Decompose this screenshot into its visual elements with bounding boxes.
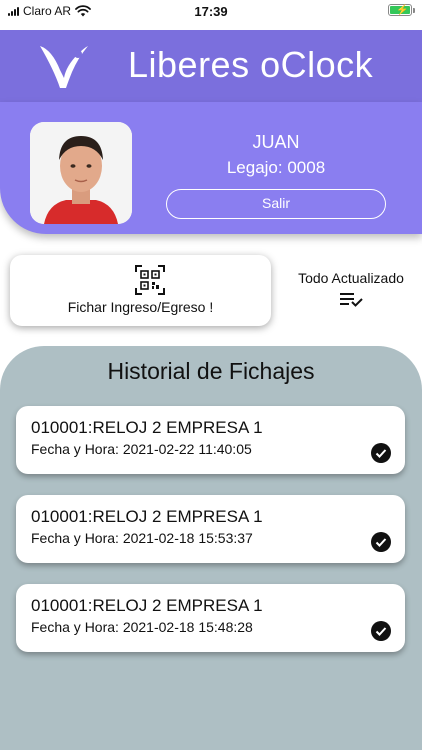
playlist-check-icon[interactable] xyxy=(340,291,364,309)
app-title: Liberes oClock xyxy=(128,44,374,85)
app-header: Liberes oClock xyxy=(0,30,422,102)
history-record[interactable]: 010001:RELOJ 2 EMPRESA 1 Fecha y Hora: 2… xyxy=(16,406,405,474)
record-title: 010001:RELOJ 2 EMPRESA 1 xyxy=(31,418,263,437)
history-record[interactable]: 010001:RELOJ 2 EMPRESA 1 Fecha y Hora: 2… xyxy=(16,495,405,563)
record-date: Fecha y Hora: 2021-02-18 15:48:28 xyxy=(31,619,253,635)
check-circle-icon xyxy=(371,532,391,552)
user-name: JUAN xyxy=(252,132,300,152)
history-record[interactable]: 010001:RELOJ 2 EMPRESA 1 Fecha y Hora: 2… xyxy=(16,584,405,652)
battery-icon: ⚡ xyxy=(388,4,412,16)
liberes-logo-icon xyxy=(40,46,88,88)
avatar xyxy=(30,122,132,224)
user-photo-icon xyxy=(30,122,132,224)
record-title: 010001:RELOJ 2 EMPRESA 1 xyxy=(31,507,263,526)
status-bar: Claro AR 17:39 ⚡ xyxy=(0,0,422,22)
fichar-label: Fichar Ingreso/Egreso ! xyxy=(67,299,214,315)
record-date: Fecha y Hora: 2021-02-22 11:40:05 xyxy=(31,441,252,457)
record-title: 010001:RELOJ 2 EMPRESA 1 xyxy=(31,596,263,615)
sync-status-label: Todo Actualizado xyxy=(298,270,404,286)
qr-code-icon xyxy=(135,265,165,295)
profile-card: JUAN Legajo: 0008 Salir xyxy=(0,102,422,234)
record-date: Fecha y Hora: 2021-02-18 15:53:37 xyxy=(31,530,253,546)
history-title: Historial de Fichajes xyxy=(107,358,315,384)
status-time: 17:39 xyxy=(194,4,228,19)
check-circle-icon xyxy=(371,621,391,641)
user-legajo: Legajo: 0008 xyxy=(226,158,326,177)
check-circle-icon xyxy=(371,443,391,463)
battery-tip xyxy=(413,8,415,13)
logout-button[interactable]: Salir xyxy=(166,189,386,219)
fichar-button[interactable]: Fichar Ingreso/Egreso ! xyxy=(10,255,271,326)
